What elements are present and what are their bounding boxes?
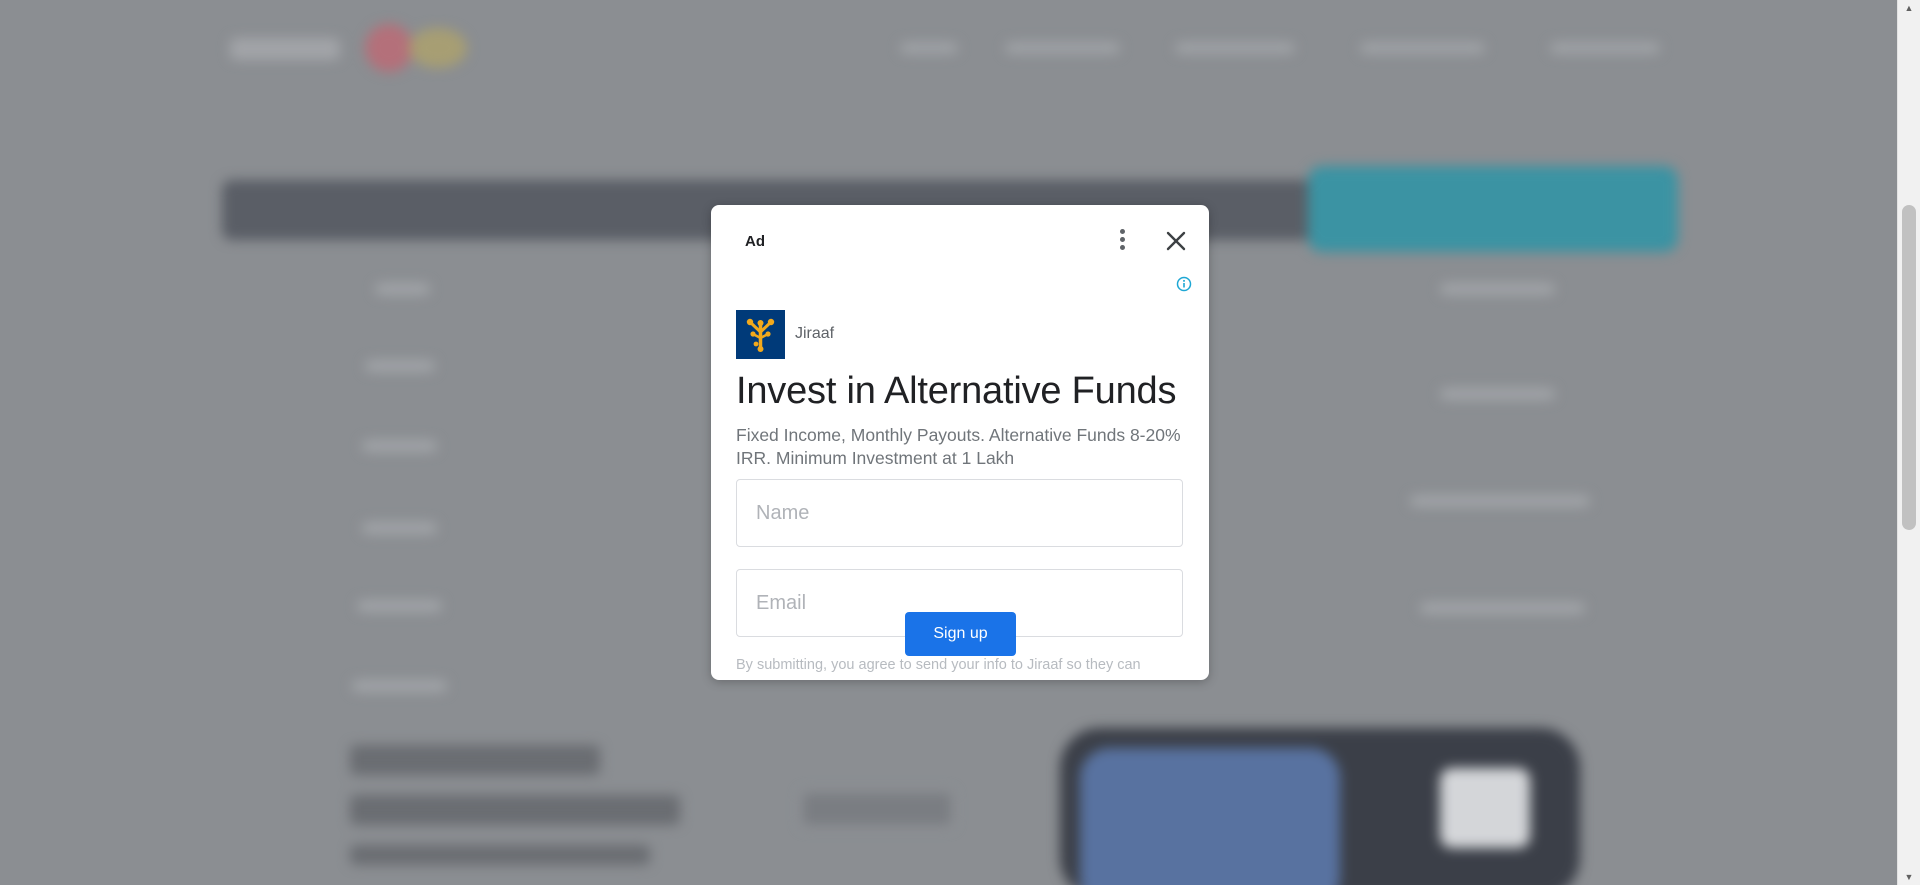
site-logo-mark [365, 20, 485, 78]
table-cell [352, 680, 447, 692]
scroll-up-arrow-icon[interactable]: ▲ [1898, 0, 1920, 16]
table-cell [362, 522, 437, 534]
table-cell [375, 283, 430, 295]
ad-modal: Ad Jiraaf Invest in Alternative Funds Fi… [711, 205, 1209, 680]
close-icon[interactable] [1161, 226, 1191, 256]
site-logo [230, 24, 360, 74]
scrollbar-thumb[interactable] [1902, 205, 1916, 530]
hero-button [800, 790, 954, 828]
hero-heading [350, 795, 680, 825]
jiraaf-logo[interactable] [736, 310, 785, 359]
table-cell [1440, 283, 1555, 295]
ad-label: Ad [745, 233, 765, 250]
table-cell [1410, 495, 1590, 507]
consent-disclaimer: By submitting, you agree to send your in… [736, 657, 1141, 673]
nav-item [1550, 42, 1660, 54]
advertiser-name[interactable]: Jiraaf [795, 325, 834, 343]
scroll-down-arrow-icon[interactable]: ▼ [1898, 869, 1920, 885]
ad-description: Fixed Income, Monthly Payouts. Alternati… [736, 425, 1181, 468]
nav-item [900, 42, 958, 54]
table-cell [365, 360, 435, 372]
more-vert-icon[interactable] [1114, 229, 1130, 253]
table-cell [362, 440, 437, 452]
nav-item [1005, 42, 1120, 54]
name-input[interactable] [737, 480, 1182, 546]
name-field-wrapper [736, 479, 1183, 547]
hero-image [1060, 728, 1580, 885]
info-icon[interactable] [1176, 276, 1192, 292]
nav-item [1175, 42, 1295, 54]
hero-heading [350, 745, 600, 775]
hero-subtext [350, 845, 650, 865]
ad-headline[interactable]: Invest in Alternative Funds [736, 370, 1176, 413]
page-scrollbar[interactable]: ▲ ▼ [1897, 0, 1920, 885]
table-cell [357, 600, 442, 612]
table-cell [1440, 388, 1555, 400]
table-cell [1420, 602, 1585, 614]
sign-up-button[interactable]: Sign up [905, 612, 1016, 656]
nav-item [1360, 42, 1485, 54]
